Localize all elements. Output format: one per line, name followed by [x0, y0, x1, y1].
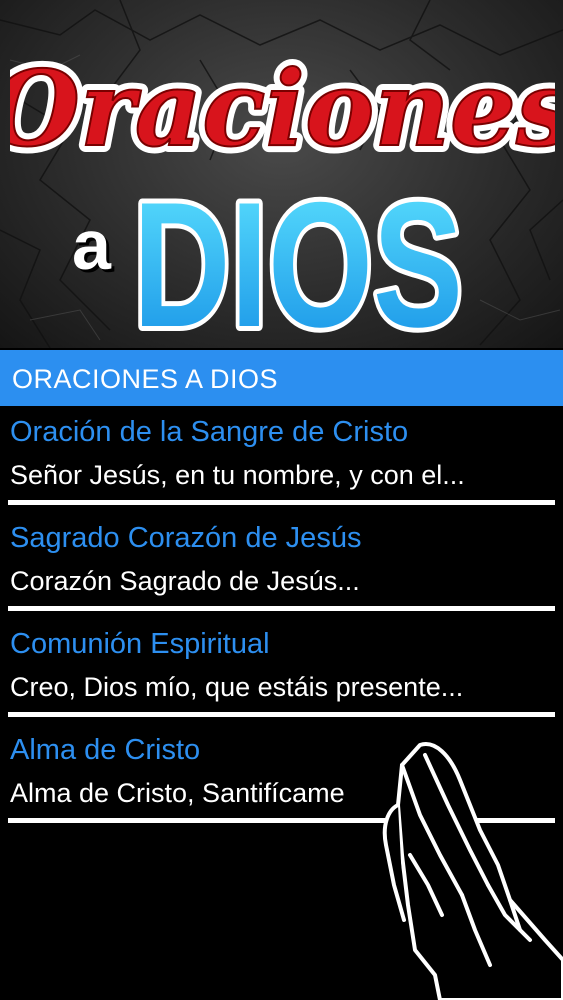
prayer-title: Alma de Cristo	[10, 734, 201, 766]
header-banner: Oraciones Oraciones a DIOS DIOS	[0, 0, 563, 348]
logo-oraciones-text: Oraciones Oraciones	[10, 40, 555, 177]
prayer-preview: Creo, Dios mío, que estáis presente...	[10, 672, 464, 702]
praying-hands-icon	[382, 742, 563, 1000]
list-item[interactable]: Oración de la Sangre de Cristo Señor Jes…	[0, 406, 563, 512]
section-title: ORACIONES A DIOS	[12, 364, 279, 394]
logo-a-text: a	[72, 206, 111, 284]
prayer-title: Comunión Espiritual	[10, 628, 270, 660]
prayer-title: Sagrado Corazón de Jesús	[10, 522, 362, 554]
logo-oraciones-word: Oraciones	[10, 47, 555, 170]
section-header: ORACIONES A DIOS	[0, 350, 563, 406]
prayer-preview: Señor Jesús, en tu nombre, y con el...	[10, 460, 465, 490]
logo-dios-word: DIOS	[133, 178, 463, 333]
logo-dios-text: DIOS DIOS	[128, 178, 468, 333]
prayer-preview: Corazón Sagrado de Jesús...	[10, 566, 360, 596]
list-item[interactable]: Comunión Espiritual Creo, Dios mío, que …	[0, 618, 563, 724]
list-item[interactable]: Sagrado Corazón de Jesús Corazón Sagrado…	[0, 512, 563, 618]
divider	[8, 500, 555, 505]
divider	[8, 712, 555, 717]
prayer-title: Oración de la Sangre de Cristo	[10, 416, 409, 448]
prayer-preview: Alma de Cristo, Santifícame	[10, 778, 345, 808]
divider	[8, 606, 555, 611]
